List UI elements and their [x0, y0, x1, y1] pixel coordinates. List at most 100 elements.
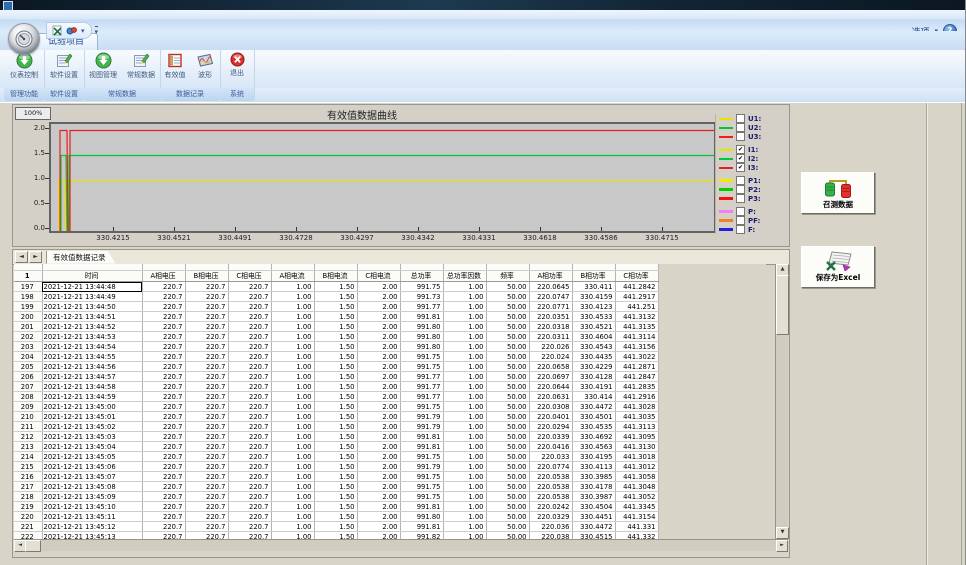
data-cell[interactable]: 1.00 [271, 482, 314, 492]
row-number-cell[interactable]: 204 [14, 352, 42, 362]
data-cell[interactable]: 991.77 [400, 382, 443, 392]
data-cell[interactable]: 1.00 [443, 492, 486, 502]
data-cell[interactable]: 2021-12-21 13:45:13 [42, 532, 142, 540]
data-cell[interactable]: 220.0308 [529, 402, 572, 412]
data-cell[interactable]: 1.50 [314, 432, 357, 442]
data-cell[interactable]: 1.50 [314, 482, 357, 492]
data-cell[interactable]: 1.00 [271, 472, 314, 482]
data-cell[interactable]: 330.4515 [572, 532, 615, 540]
data-cell[interactable]: 2021-12-21 13:45:01 [42, 412, 142, 422]
data-cell[interactable]: 220.7 [228, 522, 271, 532]
data-cell[interactable]: 220.7 [185, 372, 228, 382]
data-cell[interactable]: 2.00 [357, 512, 400, 522]
waveform-button[interactable]: 波形 [190, 50, 220, 88]
data-cell[interactable]: 220.7 [228, 362, 271, 372]
data-cell[interactable]: 2.00 [357, 442, 400, 452]
column-header[interactable]: B相功率 [572, 271, 615, 282]
data-cell[interactable]: 441.2847 [615, 372, 658, 382]
row-number-cell[interactable]: 219 [14, 502, 42, 512]
data-cell[interactable]: 220.7 [228, 292, 271, 302]
data-cell[interactable]: 2.00 [357, 332, 400, 342]
row-number-cell[interactable]: 212 [14, 432, 42, 442]
row-number-cell[interactable]: 220 [14, 512, 42, 522]
data-cell[interactable]: 50.00 [486, 472, 529, 482]
data-cell[interactable]: 220.7 [228, 462, 271, 472]
data-cell[interactable]: 330.4435 [572, 352, 615, 362]
horizontal-scrollbar[interactable]: ◄ ► [14, 539, 788, 551]
vertical-scrollbar[interactable]: ▲ ▼ [775, 264, 788, 539]
data-cell[interactable]: 2021-12-21 13:45:09 [42, 492, 142, 502]
data-cell[interactable]: 1.50 [314, 412, 357, 422]
data-cell[interactable]: 2021-12-21 13:45:12 [42, 522, 142, 532]
data-cell[interactable]: 1.00 [271, 322, 314, 332]
sheet-prev-button[interactable]: ◄ [15, 251, 28, 263]
data-cell[interactable]: 220.7 [228, 452, 271, 462]
data-cell[interactable]: 2.00 [357, 342, 400, 352]
data-cell[interactable]: 220.038 [529, 532, 572, 540]
data-cell[interactable]: 220.7 [142, 312, 185, 322]
data-cell[interactable]: 1.50 [314, 532, 357, 540]
data-cell[interactable]: 2021-12-21 13:44:59 [42, 392, 142, 402]
column-header[interactable]: A相电流 [271, 271, 314, 282]
data-cell[interactable]: 220.0774 [529, 462, 572, 472]
data-cell[interactable]: 1.00 [271, 362, 314, 372]
data-cell[interactable]: 1.00 [443, 532, 486, 540]
data-cell[interactable]: 330.4504 [572, 502, 615, 512]
data-cell[interactable]: 1.50 [314, 332, 357, 342]
data-cell[interactable]: 441.2916 [615, 392, 658, 402]
data-cell[interactable]: 220.7 [142, 412, 185, 422]
chart-plot-area[interactable] [49, 122, 716, 233]
data-cell[interactable]: 2.00 [357, 472, 400, 482]
data-cell[interactable]: 441.3130 [615, 442, 658, 452]
data-cell[interactable]: 1.00 [271, 412, 314, 422]
data-cell[interactable]: 1.00 [443, 402, 486, 412]
data-cell[interactable]: 2021-12-21 13:44:57 [42, 372, 142, 382]
data-cell[interactable]: 1.00 [443, 372, 486, 382]
data-cell[interactable]: 220.7 [228, 312, 271, 322]
data-cell[interactable]: 991.81 [400, 502, 443, 512]
data-cell[interactable]: 991.81 [400, 312, 443, 322]
data-cell[interactable]: 220.7 [142, 472, 185, 482]
data-cell[interactable]: 330.4472 [572, 522, 615, 532]
data-cell[interactable]: 1.00 [271, 442, 314, 452]
data-cell[interactable]: 991.79 [400, 422, 443, 432]
data-cell[interactable]: 1.00 [271, 292, 314, 302]
data-cell[interactable]: 220.0631 [529, 392, 572, 402]
data-cell[interactable]: 50.00 [486, 342, 529, 352]
data-cell[interactable]: 220.0771 [529, 302, 572, 312]
data-cell[interactable]: 441.3114 [615, 332, 658, 342]
row-number-cell[interactable]: 199 [14, 302, 42, 312]
data-cell[interactable]: 220.7 [142, 302, 185, 312]
legend-checkbox[interactable]: ✔ [736, 154, 745, 163]
data-cell[interactable]: 2.00 [357, 402, 400, 412]
data-cell[interactable]: 220.0351 [529, 312, 572, 322]
data-cell[interactable]: 50.00 [486, 362, 529, 372]
data-cell[interactable]: 220.7 [142, 352, 185, 362]
data-cell[interactable]: 441.332 [615, 532, 658, 540]
data-cell[interactable]: 220.0318 [529, 322, 572, 332]
data-cell[interactable]: 1.00 [271, 432, 314, 442]
data-cell[interactable]: 50.00 [486, 322, 529, 332]
row-number-cell[interactable]: 205 [14, 362, 42, 372]
data-cell[interactable]: 220.7 [228, 412, 271, 422]
data-cell[interactable]: 220.7 [142, 322, 185, 332]
data-cell[interactable]: 2.00 [357, 502, 400, 512]
data-cell[interactable]: 50.00 [486, 522, 529, 532]
data-cell[interactable]: 220.7 [185, 492, 228, 502]
data-cell[interactable]: 220.7 [185, 352, 228, 362]
legend-checkbox[interactable]: ✔ [736, 163, 745, 172]
data-cell[interactable]: 1.50 [314, 292, 357, 302]
data-cell[interactable]: 1.00 [271, 422, 314, 432]
data-cell[interactable]: 1.50 [314, 362, 357, 372]
data-cell[interactable]: 220.7 [142, 332, 185, 342]
data-cell[interactable]: 330.4543 [572, 342, 615, 352]
data-cell[interactable]: 220.0339 [529, 432, 572, 442]
row-number-cell[interactable]: 203 [14, 342, 42, 352]
data-cell[interactable]: 2021-12-21 13:44:55 [42, 352, 142, 362]
data-cell[interactable]: 2021-12-21 13:44:54 [42, 342, 142, 352]
data-cell[interactable]: 50.00 [486, 512, 529, 522]
data-cell[interactable]: 1.00 [443, 292, 486, 302]
data-cell[interactable]: 1.50 [314, 512, 357, 522]
data-cell[interactable]: 2021-12-21 13:45:06 [42, 462, 142, 472]
data-cell[interactable]: 1.00 [443, 282, 486, 292]
